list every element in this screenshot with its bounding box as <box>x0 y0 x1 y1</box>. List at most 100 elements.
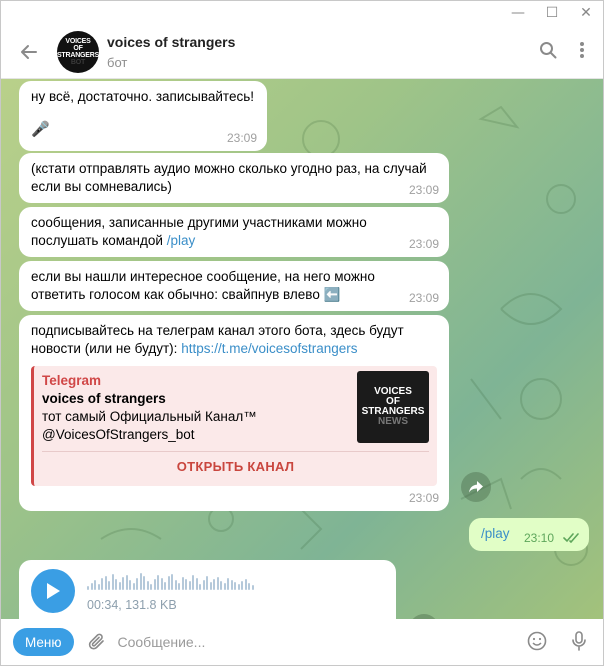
preview-divider <box>42 451 429 452</box>
close-button[interactable]: ✕ <box>569 1 603 25</box>
waveform-bar <box>251 585 254 590</box>
waveform-bar <box>150 584 152 590</box>
waveform-bar <box>160 578 163 590</box>
double-check-icon <box>563 531 581 546</box>
chat-header: VOICES OF STRANGERS BOT voices of strang… <box>1 25 603 79</box>
thumb-line-2: OF STRANGERS <box>361 396 425 417</box>
waveform-bar <box>90 583 93 590</box>
minimize-button[interactable]: — <box>501 1 535 25</box>
waveform-bar <box>94 580 96 590</box>
waveform-bar <box>199 584 201 590</box>
waveform-bar <box>174 580 177 590</box>
waveform-bar <box>188 581 191 590</box>
waveform-bar <box>195 578 198 590</box>
waveform-bar <box>101 578 103 590</box>
waveform-bar <box>209 582 212 590</box>
waveform-bar <box>97 584 100 590</box>
waveform[interactable] <box>87 572 254 590</box>
message-bubble[interactable]: ну всё, достаточно. записывайтесь! 🎤 23:… <box>19 81 267 151</box>
waveform-bar <box>129 580 131 590</box>
waveform-bar <box>122 577 124 590</box>
message-time: 23:09 <box>408 491 439 505</box>
maximize-button[interactable]: ☐ <box>535 1 569 25</box>
waveform-bar <box>136 578 138 590</box>
waveform-bar <box>234 582 236 590</box>
chat-area[interactable]: ну всё, достаточно. записывайтесь! 🎤 23:… <box>1 79 603 619</box>
message-time: 23:09 <box>226 131 257 145</box>
waveform-bar <box>139 573 142 590</box>
avatar[interactable]: VOICES OF STRANGERS BOT <box>56 30 100 73</box>
message-time: 23:09 <box>408 291 439 305</box>
avatar-line-3: BOT <box>70 58 86 66</box>
message-bubble[interactable]: если вы нашли интересное сообщение, на н… <box>19 261 449 311</box>
waveform-bar <box>104 576 107 590</box>
waveform-bar <box>206 576 208 590</box>
play-command-link[interactable]: /play <box>167 233 196 248</box>
waveform-bar <box>143 576 145 590</box>
waveform-bar <box>108 581 110 590</box>
share-icon[interactable] <box>461 472 491 502</box>
message-text: (кстати отправлять аудио можно сколько у… <box>31 161 427 194</box>
menu-button[interactable]: Меню <box>13 628 74 656</box>
waveform-bar <box>111 574 114 590</box>
waveform-bar <box>181 577 184 590</box>
message-bubble[interactable]: (кстати отправлять аудио можно сколько у… <box>19 153 449 203</box>
message-input[interactable] <box>117 634 498 650</box>
waveform-bar <box>178 583 180 590</box>
waveform-bar <box>223 583 226 590</box>
waveform-bar <box>167 576 170 590</box>
open-channel-button[interactable]: ОТКРЫТЬ КАНАЛ <box>34 458 437 476</box>
waveform-bar <box>213 579 215 590</box>
message-text: если вы нашли интересное сообщение, на н… <box>31 269 375 302</box>
title-bar: — ☐ ✕ <box>1 1 603 25</box>
avatar-line-1: VOICES <box>65 37 91 45</box>
emoji-icon[interactable] <box>527 631 547 654</box>
message-text: сообщения, записанные другими участникам… <box>31 215 367 248</box>
play-button[interactable] <box>31 569 75 613</box>
waveform-bar <box>132 583 135 590</box>
play-icon <box>47 583 60 599</box>
chat-info[interactable]: voices of strangers бот <box>107 34 235 70</box>
waveform-bar <box>192 575 194 590</box>
chat-subtitle: бот <box>107 54 128 70</box>
telegram-window: — ☐ ✕ VOICES OF STRANGERS BOT voices of … <box>0 0 604 666</box>
microphone-icon: 🎤 <box>31 120 50 138</box>
link-preview[interactable]: Telegram voices of strangers тот самый О… <box>31 366 437 486</box>
avatar-line-2: OF STRANGERS <box>56 44 100 59</box>
waveform-bar <box>118 582 121 590</box>
waveform-bar <box>185 579 187 590</box>
search-icon[interactable] <box>539 41 557 62</box>
waveform-bar <box>220 581 222 590</box>
waveform-bar <box>216 577 219 590</box>
waveform-bar <box>230 580 233 590</box>
back-arrow-icon[interactable] <box>1 43 57 61</box>
attach-icon[interactable] <box>88 632 106 652</box>
voice-message[interactable]: 00:34, 131.8 KB <box>19 560 396 619</box>
voice-meta: 00:34, 131.8 KB <box>87 598 177 612</box>
message-time: 23:09 <box>408 183 439 197</box>
composer: Меню <box>1 619 603 665</box>
waveform-bar <box>164 582 166 590</box>
waveform-bar <box>202 580 205 590</box>
waveform-bar <box>153 579 156 590</box>
waveform-bar <box>157 575 159 590</box>
channel-link[interactable]: https://t.me/voicesofstrangers <box>181 341 357 356</box>
waveform-bar <box>87 586 89 590</box>
message-time: 23:10 <box>523 531 554 545</box>
waveform-bar <box>237 584 240 590</box>
waveform-bar <box>241 581 243 590</box>
waveform-bar <box>248 583 250 590</box>
thumb-line-3: NEWS <box>378 416 408 427</box>
waveform-bar <box>244 579 247 590</box>
waveform-bar <box>171 574 173 590</box>
outgoing-message[interactable]: /play 23:10 <box>469 518 589 551</box>
more-options-icon[interactable] <box>579 41 585 62</box>
outgoing-text: /play <box>481 526 510 541</box>
message-bubble[interactable]: подписывайтесь на телеграм канал этого б… <box>19 315 449 511</box>
preview-thumbnail: VOICES OF STRANGERS NEWS <box>357 371 429 443</box>
waveform-bar <box>227 578 229 590</box>
waveform-bar <box>146 581 149 590</box>
message-bubble[interactable]: сообщения, записанные другими участникам… <box>19 207 449 257</box>
message-text: ну всё, достаточно. записывайтесь! <box>31 89 255 104</box>
microphone-icon[interactable] <box>571 630 587 654</box>
